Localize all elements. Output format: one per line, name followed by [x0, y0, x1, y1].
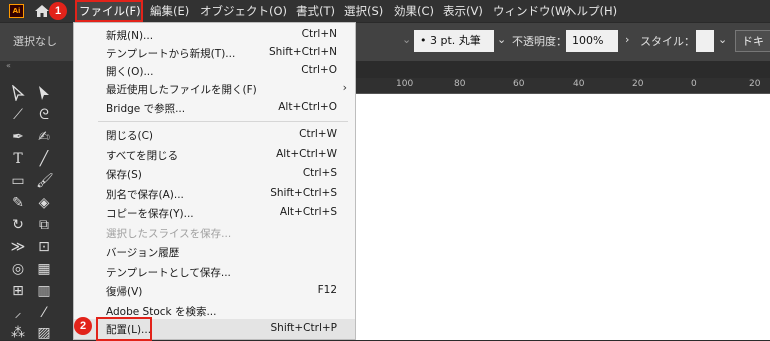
scale-tool-icon[interactable]: ⧉ — [36, 217, 52, 233]
document-setup-button[interactable]: ドキ — [735, 30, 770, 52]
menu-edit[interactable]: 編集(E) — [150, 0, 189, 22]
symbol-sprayer-icon[interactable]: ⁂ — [10, 325, 26, 341]
opacity-input[interactable]: 100% — [566, 30, 618, 52]
chevron-right-icon[interactable]: › — [625, 33, 629, 46]
menu-file[interactable]: ファイル(F) — [75, 0, 143, 22]
menu-view[interactable]: 表示(V) — [443, 0, 483, 22]
menu-item-save-a-copy[interactable]: コピーを保存(Y)... Alt+Ctrl+S — [74, 203, 355, 223]
menu-type[interactable]: 書式(T) — [296, 0, 335, 22]
free-transform-icon[interactable]: ⊡ — [36, 239, 52, 255]
menu-bar: Ai 1 ファイル(F) 編集(E) オブジェクト(O) 書式(T) 選択(S)… — [0, 0, 770, 22]
stroke-profile-select[interactable]: • 3 pt. 丸筆 — [414, 30, 494, 52]
chevron-down-icon[interactable]: ⌄ — [402, 33, 411, 46]
menu-item-browse-in-bridge[interactable]: Bridge で参照... Alt+Ctrl+O — [74, 98, 355, 118]
menu-item-open-recent[interactable]: 最近使用したファイルを開く(F) › — [74, 79, 355, 99]
eyedropper-icon[interactable]: ⸝ — [10, 305, 26, 321]
step-badge-2: 2 — [74, 317, 92, 335]
menu-item-open[interactable]: 開く(O)... Ctrl+O — [74, 61, 355, 81]
paintbrush-icon[interactable]: 🖌 — [36, 173, 54, 189]
line-tool-icon[interactable]: ╱ — [36, 151, 52, 167]
menu-separator — [98, 121, 348, 122]
lasso-icon[interactable]: ᘓ — [36, 107, 52, 123]
rectangle-tool-icon[interactable]: ▭ — [10, 173, 26, 189]
menu-item-save[interactable]: 保存(S) Ctrl+S — [74, 164, 355, 184]
pen-tool-icon[interactable]: ✒ — [10, 129, 26, 145]
menu-item-version-history[interactable]: バージョン履歴 — [74, 242, 355, 262]
menu-item-close-all[interactable]: すべてを閉じる Alt+Ctrl+W — [74, 145, 355, 165]
menu-item-new[interactable]: 新規(N)... Ctrl+N — [74, 25, 355, 45]
ruler-tick: 100 — [396, 79, 414, 89]
collapse-icon[interactable]: « — [6, 61, 11, 70]
menu-item-revert[interactable]: 復帰(V) F12 — [74, 281, 355, 301]
measure-tool-icon[interactable]: ⁄ — [36, 305, 52, 321]
bullet-icon: • — [420, 34, 430, 47]
chevron-down-icon[interactable]: ⌄ — [497, 33, 506, 46]
perspective-grid-icon[interactable]: ▦ — [36, 261, 52, 277]
magic-wand-icon[interactable]: ⟋ — [10, 107, 26, 123]
mesh-tool-icon[interactable]: ⊞ — [10, 283, 26, 299]
menu-item-new-from-template[interactable]: テンプレートから新規(T)... Shift+Ctrl+N — [74, 43, 355, 63]
selection-tool-icon[interactable] — [10, 84, 26, 103]
home-icon[interactable] — [34, 3, 50, 23]
menu-window[interactable]: ウィンドウ(W) — [493, 0, 571, 22]
menu-effect[interactable]: 効果(C) — [394, 0, 434, 22]
menu-item-close[interactable]: 閉じる(C) Ctrl+W — [74, 125, 355, 145]
ruler-tick: 60 — [513, 79, 525, 89]
menu-help[interactable]: ヘルプ(H) — [565, 0, 617, 22]
direct-selection-tool-icon[interactable] — [36, 85, 52, 101]
graph-tool-icon[interactable]: ▨ — [36, 325, 52, 341]
chevron-down-icon[interactable]: ⌄ — [718, 33, 727, 46]
ruler-tick: 0 — [691, 79, 697, 89]
menu-item-save-as[interactable]: 別名で保存(A)... Shift+Ctrl+S — [74, 184, 355, 204]
selection-status: 選択なし — [13, 35, 57, 48]
shaper-tool-icon[interactable]: ✎ — [10, 195, 26, 211]
eraser-icon[interactable]: ◈ — [36, 195, 52, 211]
opacity-label[interactable]: 不透明度： — [512, 33, 567, 49]
stroke-profile-value: 3 pt. 丸筆 — [430, 34, 481, 47]
ruler-tick: 80 — [454, 79, 466, 89]
file-menu-dropdown: 新規(N)... Ctrl+N テンプレートから新規(T)... Shift+C… — [73, 22, 356, 341]
width-tool-icon[interactable]: ≫ — [10, 239, 26, 255]
illustrator-logo: Ai — [9, 4, 24, 18]
menu-item-save-as-template[interactable]: テンプレートとして保存... — [74, 262, 355, 282]
menu-select[interactable]: 選択(S) — [344, 0, 383, 22]
chevron-right-icon: › — [342, 81, 347, 94]
ruler-tick: 20 — [749, 79, 761, 89]
rotate-tool-icon[interactable]: ↻ — [10, 217, 26, 233]
step-badge-1: 1 — [49, 2, 67, 20]
menu-object[interactable]: オブジェクト(O) — [200, 0, 287, 22]
style-label: スタイル： — [640, 35, 695, 48]
type-tool-icon[interactable]: T — [10, 151, 26, 167]
style-swatch[interactable] — [696, 30, 714, 52]
place-highlight-box — [96, 317, 152, 341]
menu-item-search-adobe-stock[interactable]: Adobe Stock を検索... — [74, 301, 355, 321]
tools-panel: « ⟋ ᘓ ✒ ✍ T ╱ ▭ 🖌 ✎ ◈ ↻ ⧉ ≫ ⊡ ◎ ▦ ⊞ ▥ ⸝ … — [0, 61, 73, 341]
ruler-tick: 20 — [632, 79, 644, 89]
menu-item-save-selected-slices: 選択したスライスを保存... — [106, 228, 232, 240]
shape-builder-icon[interactable]: ◎ — [10, 261, 26, 277]
curvature-tool-icon[interactable]: ✍ — [36, 129, 52, 145]
ruler-tick: 40 — [573, 79, 585, 89]
gradient-tool-icon[interactable]: ▥ — [36, 283, 52, 299]
